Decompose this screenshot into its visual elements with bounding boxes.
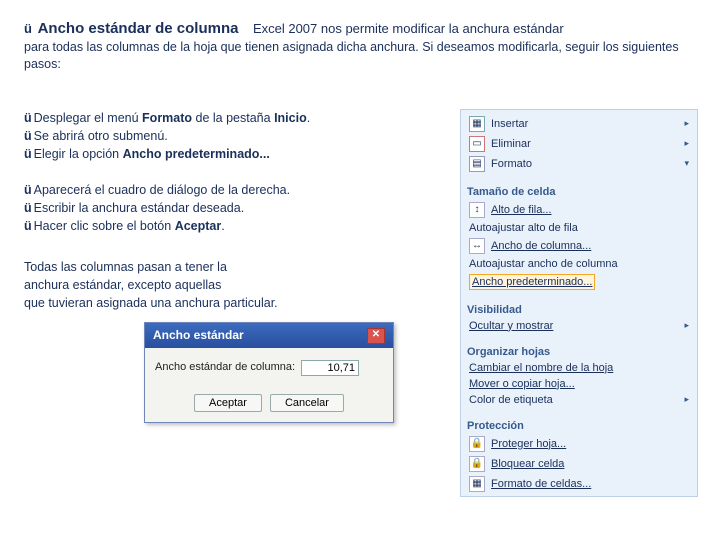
menu-autoajustar-alto[interactable]: Autoajustar alto de fila bbox=[467, 220, 691, 236]
check-icon: ü bbox=[24, 147, 32, 161]
menu-label: Color de etiqueta bbox=[469, 394, 553, 406]
delete-icon: ▭ bbox=[469, 136, 485, 152]
group-proteccion: Protección bbox=[467, 420, 691, 432]
group-organizar-hojas: Organizar hojas bbox=[467, 346, 691, 358]
menu-insertar[interactable]: ▦ Insertar ▸ bbox=[467, 114, 691, 134]
lock-icon: 🔒 bbox=[469, 436, 485, 452]
col-width-icon: ↔ bbox=[469, 238, 485, 254]
step-text: Se abrirá otro submenú. bbox=[34, 129, 168, 143]
step-text: . bbox=[307, 111, 310, 125]
intro-paragraph: para todas las columnas de la hoja que t… bbox=[24, 39, 696, 73]
check-icon: ü bbox=[24, 129, 32, 143]
note-line: que tuvieran asignada una anchura partic… bbox=[24, 294, 442, 312]
menu-label: Mover o copiar hoja... bbox=[469, 378, 575, 390]
close-icon[interactable]: ✕ bbox=[367, 328, 385, 344]
format-menu-panel: ▦ Insertar ▸ ▭ Eliminar ▸ ▤ Formato ▾ Tamaño d… bbox=[460, 109, 698, 497]
check-icon: ü bbox=[24, 111, 32, 125]
dialog-body: Ancho estándar de columna: bbox=[145, 348, 393, 388]
step-text: Escribir la anchura estándar deseada. bbox=[34, 201, 245, 215]
menu-cambiar-nombre[interactable]: Cambiar el nombre de la hoja bbox=[467, 360, 691, 376]
menu-label: Formato de celdas... bbox=[491, 478, 591, 490]
right-column: ▦ Insertar ▸ ▭ Eliminar ▸ ▤ Formato ▾ Tamaño d… bbox=[460, 109, 696, 497]
menu-label: Formato bbox=[491, 158, 532, 170]
menu-label: Autoajustar ancho de columna bbox=[469, 258, 618, 270]
note-line: Todas las columnas pasan a tener la bbox=[24, 258, 442, 276]
menu-bloquear-celda[interactable]: 🔒 Bloquear celda bbox=[467, 454, 691, 474]
step-6: üHacer clic sobre el botón Aceptar. bbox=[24, 217, 442, 235]
chevron-right-icon: ▸ bbox=[684, 394, 689, 405]
cells-icon: ▦ bbox=[469, 476, 485, 492]
step-text: de la pestaña bbox=[192, 111, 274, 125]
heading-title: Ancho estándar de columna bbox=[38, 20, 239, 37]
step-bold: Inicio bbox=[274, 111, 307, 125]
step-4: üAparecerá el cuadro de diálogo de la de… bbox=[24, 181, 442, 199]
dialog-title: Ancho estándar bbox=[153, 327, 244, 344]
step-text: Hacer clic sobre el botón bbox=[34, 219, 175, 233]
chevron-down-icon: ▾ bbox=[684, 158, 689, 169]
width-input[interactable] bbox=[301, 360, 359, 376]
lock-icon: 🔒 bbox=[469, 456, 485, 472]
chevron-right-icon: ▸ bbox=[684, 138, 689, 149]
ok-button[interactable]: Aceptar bbox=[194, 394, 262, 412]
menu-label: Proteger hoja... bbox=[491, 438, 566, 450]
cancel-button[interactable]: Cancelar bbox=[270, 394, 344, 412]
menu-eliminar[interactable]: ▭ Eliminar ▸ bbox=[467, 134, 691, 154]
menu-mover-copiar[interactable]: Mover o copiar hoja... bbox=[467, 376, 691, 392]
check-icon: ü bbox=[24, 183, 32, 197]
menu-autoajustar-ancho[interactable]: Autoajustar ancho de columna bbox=[467, 256, 691, 272]
menu-label: Cambiar el nombre de la hoja bbox=[469, 362, 613, 374]
menu-formato-celdas[interactable]: ▦ Formato de celdas... bbox=[467, 474, 691, 494]
step-2: üSe abrirá otro submenú. bbox=[24, 127, 442, 145]
menu-alto-fila[interactable]: ↕ Alto de fila... bbox=[467, 200, 691, 220]
heading-lead: Excel 2007 nos permite modificar la anch… bbox=[253, 21, 564, 36]
menu-formato[interactable]: ▤ Formato ▾ bbox=[467, 154, 691, 174]
format-icon: ▤ bbox=[469, 156, 485, 172]
check-icon: ü bbox=[24, 219, 32, 233]
menu-proteger-hoja[interactable]: 🔒 Proteger hoja... bbox=[467, 434, 691, 454]
dialog-titlebar: Ancho estándar ✕ bbox=[145, 323, 393, 348]
heading-line: ü Ancho estándar de columna Excel 2007 n… bbox=[24, 20, 696, 37]
step-bold: Ancho predeterminado... bbox=[123, 147, 270, 161]
menu-label: Ancho de columna... bbox=[491, 240, 591, 252]
check-icon: ü bbox=[24, 21, 32, 36]
chevron-right-icon: ▸ bbox=[684, 118, 689, 129]
menu-label: Insertar bbox=[491, 118, 528, 130]
step-bold: Formato bbox=[142, 111, 192, 125]
menu-label-highlighted: Ancho predeterminado... bbox=[469, 274, 595, 290]
step-text: . bbox=[221, 219, 224, 233]
menu-label: Eliminar bbox=[491, 138, 531, 150]
step-text: Aparecerá el cuadro de diálogo de la der… bbox=[34, 183, 290, 197]
menu-ancho-columna[interactable]: ↔ Ancho de columna... bbox=[467, 236, 691, 256]
step-3: üElegir la opción Ancho predeterminado..… bbox=[24, 145, 442, 163]
intro-bold: para todas las columnas de la hoja que t… bbox=[24, 40, 679, 71]
check-icon: ü bbox=[24, 201, 32, 215]
dialog-ancho-estandar: Ancho estándar ✕ Ancho estándar de colum… bbox=[144, 322, 394, 423]
menu-label: Ocultar y mostrar bbox=[469, 320, 553, 332]
left-column: üDesplegar el menú Formato de la pestaña… bbox=[24, 109, 442, 497]
menu-ocultar-mostrar[interactable]: Ocultar y mostrar ▸ bbox=[467, 318, 691, 334]
step-5: üEscribir la anchura estándar deseada. bbox=[24, 199, 442, 217]
step-bold: Aceptar bbox=[175, 219, 222, 233]
step-1: üDesplegar el menú Formato de la pestaña… bbox=[24, 109, 442, 127]
chevron-right-icon: ▸ bbox=[684, 320, 689, 331]
menu-ancho-predeterminado[interactable]: Ancho predeterminado... bbox=[467, 272, 691, 292]
menu-color-etiqueta[interactable]: Color de etiqueta ▸ bbox=[467, 392, 691, 408]
group-tamano-celda: Tamaño de celda bbox=[467, 186, 691, 198]
step-text: Elegir la opción bbox=[34, 147, 123, 161]
row-height-icon: ↕ bbox=[469, 202, 485, 218]
menu-label: Alto de fila... bbox=[491, 204, 552, 216]
note-line: anchura estándar, excepto aquellas bbox=[24, 276, 442, 294]
menu-label: Autoajustar alto de fila bbox=[469, 222, 578, 234]
note-paragraph: Todas las columnas pasan a tener la anch… bbox=[24, 258, 442, 312]
group-visibilidad: Visibilidad bbox=[467, 304, 691, 316]
insert-icon: ▦ bbox=[469, 116, 485, 132]
step-text: Desplegar el menú bbox=[34, 111, 142, 125]
dialog-label: Ancho estándar de columna: bbox=[155, 360, 295, 376]
menu-label: Bloquear celda bbox=[491, 458, 564, 470]
